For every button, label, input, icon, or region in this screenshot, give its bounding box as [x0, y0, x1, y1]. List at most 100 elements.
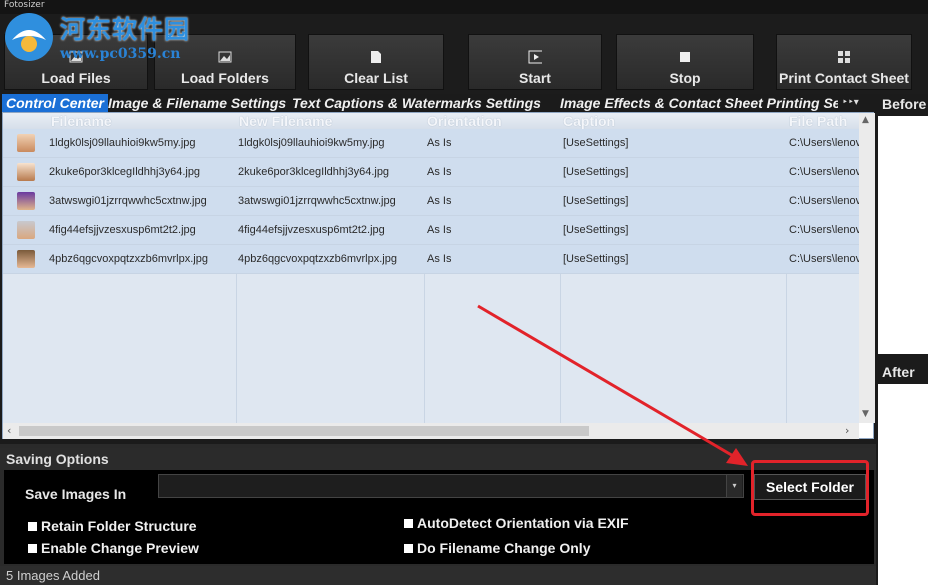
scroll-down-icon[interactable]: ▼ [862, 409, 869, 419]
autodetect-orientation-checkbox[interactable]: AutoDetect Orientation via EXIF [404, 515, 629, 531]
cell-orientation: As Is [427, 253, 452, 265]
cell-orientation: As Is [427, 166, 452, 178]
stop-button[interactable]: Stop [616, 34, 754, 90]
saving-options-header: Saving Options [0, 448, 876, 470]
tab-scroll-arrows-icon[interactable]: ‣‣▾ [842, 94, 859, 112]
settings-tabs: Control Center Image & Filename Settings… [0, 94, 878, 112]
retain-folder-structure-checkbox[interactable]: Retain Folder Structure [28, 518, 197, 534]
filename-change-only-label: Do Filename Change Only [417, 540, 591, 556]
vertical-scrollbar[interactable]: ▲ ▼ [859, 113, 875, 423]
tab-control-center[interactable]: Control Center [2, 94, 108, 112]
column-header-file-path[interactable]: File Path [789, 113, 847, 129]
cell-caption: [UseSettings] [563, 166, 629, 178]
cell-orientation: As Is [427, 137, 452, 149]
table-row[interactable]: 1ldgk0lsj09llauhioi9kw5my.jpg 1ldgk0lsj0… [3, 129, 859, 158]
cell-caption: [UseSettings] [563, 195, 629, 207]
watermark: 河东软件园 www.pc0359.cn [0, 6, 200, 64]
cell-orientation: As Is [427, 195, 452, 207]
cell-file-path: C:\Users\lenov [789, 166, 859, 178]
column-header-new-filename[interactable]: New Filename [239, 113, 332, 129]
checkbox-box[interactable] [28, 543, 37, 553]
saving-options-title: Saving Options [6, 451, 109, 467]
status-bar: 5 Images Added [0, 566, 876, 585]
cell-caption: [UseSettings] [563, 224, 629, 236]
print-contact-sheet-button[interactable]: Print Contact Sheet [776, 34, 912, 90]
cell-new-filename: 1ldgk0lsj09llauhioi9kw5my.jpg [238, 137, 385, 149]
clear-list-label: Clear List [344, 70, 408, 86]
stop-label: Stop [669, 70, 701, 86]
output-folder-input[interactable] [158, 474, 744, 498]
file-grid: Filename New Filename Orientation Captio… [2, 112, 875, 439]
scroll-right-icon[interactable]: › [845, 424, 849, 437]
load-folders-label: Load Folders [181, 70, 269, 86]
cell-file-path: C:\Users\lenov [789, 195, 859, 207]
cell-caption: [UseSettings] [563, 137, 629, 149]
watermark-url: www.pc0359.cn [60, 46, 181, 62]
image-icon [218, 50, 232, 64]
cell-file-path: C:\Users\lenov [789, 253, 859, 265]
scrollbar-thumb[interactable] [19, 426, 589, 436]
checkbox-box[interactable] [404, 543, 413, 553]
column-header-caption[interactable]: Caption [563, 113, 615, 129]
annotation-highlight-box [751, 460, 869, 516]
enable-change-preview-label: Enable Change Preview [41, 540, 199, 556]
grid-body: 1ldgk0lsj09llauhioi9kw5my.jpg 1ldgk0lsj0… [3, 129, 859, 423]
print-contact-sheet-label: Print Contact Sheet [779, 70, 909, 86]
table-row[interactable]: 4fig44efsjjvzesxusp6mt2t2.jpg 4fig44efsj… [3, 216, 859, 245]
autodetect-orientation-label: AutoDetect Orientation via EXIF [417, 515, 629, 531]
cell-new-filename: 4fig44efsjjvzesxusp6mt2t2.jpg [238, 224, 385, 236]
column-header-filename[interactable]: Filename [51, 113, 112, 129]
saving-options-panel: Saving Options Save Images In ▾ Select F… [0, 444, 876, 585]
clear-list-button[interactable]: Clear List [308, 34, 444, 90]
start-button[interactable]: Start [468, 34, 602, 90]
after-preview [878, 384, 928, 585]
status-text: 5 Images Added [6, 568, 100, 583]
column-header-orientation[interactable]: Orientation [427, 113, 502, 129]
play-icon [528, 50, 542, 64]
horizontal-scrollbar[interactable]: ‹ › [3, 423, 859, 439]
cell-new-filename: 4pbz6qgcvoxpqtzxzb6mvrlpx.jpg [238, 253, 397, 265]
before-preview [878, 116, 928, 354]
after-label: After [882, 364, 915, 380]
image-thumbnail [17, 250, 35, 268]
cell-caption: [UseSettings] [563, 253, 629, 265]
cell-filename: 4pbz6qgcvoxpqtzxzb6mvrlpx.jpg [49, 253, 208, 265]
stop-icon [678, 50, 692, 64]
cell-file-path: C:\Users\lenov [789, 224, 859, 236]
enable-change-preview-checkbox[interactable]: Enable Change Preview [28, 540, 199, 556]
contact-sheet-icon [837, 50, 851, 64]
table-row[interactable]: 2kuke6por3klcegIldhhj3y64.jpg 2kuke6por3… [3, 158, 859, 187]
chevron-down-icon[interactable]: ▾ [726, 475, 742, 497]
watermark-title: 河东软件园 [60, 15, 191, 44]
cell-filename: 1ldgk0lsj09llauhioi9kw5my.jpg [49, 137, 196, 149]
checkbox-box[interactable] [404, 518, 413, 528]
load-files-label: Load Files [41, 70, 111, 86]
cell-filename: 2kuke6por3klcegIldhhj3y64.jpg [49, 166, 201, 178]
cell-orientation: As Is [427, 224, 452, 236]
image-thumbnail [17, 163, 35, 181]
tab-image-filename-settings[interactable]: Image & Filename Settings [108, 94, 286, 112]
filename-change-only-checkbox[interactable]: Do Filename Change Only [404, 540, 590, 556]
cell-filename: 4fig44efsjjvzesxusp6mt2t2.jpg [49, 224, 196, 236]
image-thumbnail [17, 134, 35, 152]
document-icon [369, 50, 383, 64]
cell-filename: 3atwswgi01jzrrqwwhc5cxtnw.jpg [49, 195, 207, 207]
grid-header: Filename New Filename Orientation Captio… [3, 113, 875, 129]
tab-text-captions-watermarks[interactable]: Text Captions & Watermarks Settings [292, 94, 541, 112]
watermark-logo-icon [5, 13, 53, 61]
image-thumbnail [17, 221, 35, 239]
cell-file-path: C:\Users\lenov [789, 137, 859, 149]
scroll-left-icon[interactable]: ‹ [7, 424, 11, 437]
image-thumbnail [17, 192, 35, 210]
table-row[interactable]: 4pbz6qgcvoxpqtzxzb6mvrlpx.jpg 4pbz6qgcvo… [3, 245, 859, 274]
checkbox-box[interactable] [28, 521, 37, 531]
save-images-in-label: Save Images In [25, 486, 127, 502]
before-label: Before [882, 96, 927, 112]
tab-image-effects-contact-sheet[interactable]: Image Effects & Contact Sheet Printing S… [560, 94, 838, 112]
table-row[interactable]: 3atwswgi01jzrrqwwhc5cxtnw.jpg 3atwswgi01… [3, 187, 859, 216]
preview-panel: Before After [878, 94, 928, 585]
scroll-up-icon[interactable]: ▲ [862, 115, 869, 125]
saving-options-body: Save Images In ▾ Select Folder Retain Fo… [4, 470, 874, 564]
cell-new-filename: 3atwswgi01jzrrqwwhc5cxtnw.jpg [238, 195, 396, 207]
cell-new-filename: 2kuke6por3klcegIldhhj3y64.jpg [238, 166, 390, 178]
